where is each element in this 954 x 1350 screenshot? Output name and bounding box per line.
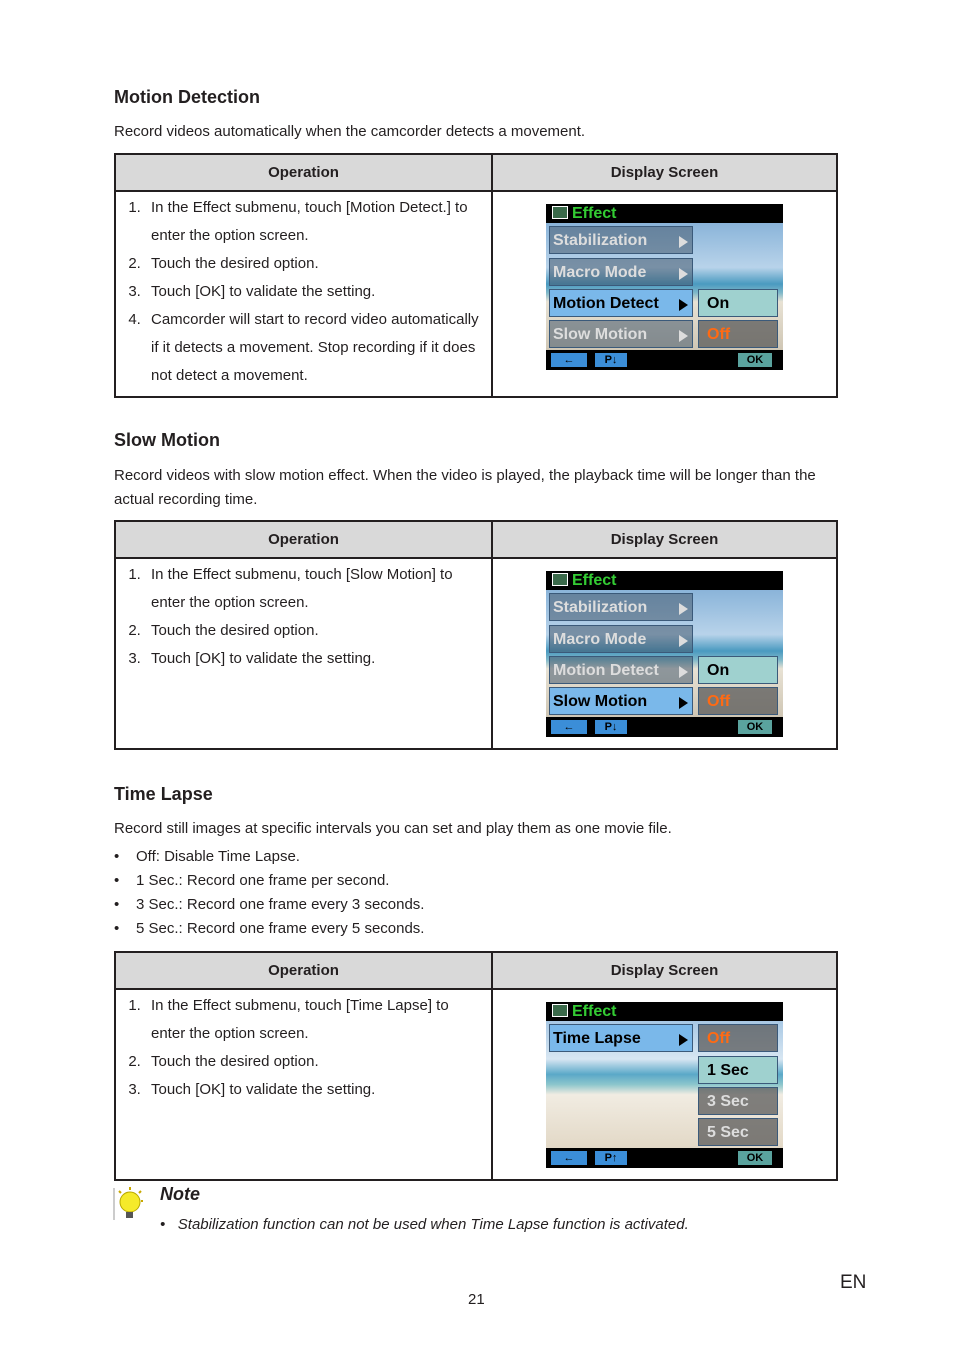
step: Camcorder will start to record video aut… <box>145 306 485 390</box>
arrow-right-icon <box>679 299 688 311</box>
section-description: Record still images at specific interval… <box>114 820 672 837</box>
screen-header: Effect <box>546 571 783 590</box>
page-down-button[interactable]: P↓ <box>595 720 627 734</box>
video-camera-icon <box>552 573 568 586</box>
operation-table: Operation Display Screen In the Effect s… <box>114 951 838 1181</box>
steps-list: In the Effect submenu, touch [Time Lapse… <box>116 990 491 1110</box>
option-off[interactable]: Off <box>698 1024 778 1052</box>
arrow-right-icon <box>679 1034 688 1046</box>
ok-button[interactable]: OK <box>738 1151 772 1165</box>
back-button[interactable]: ← <box>551 720 587 734</box>
operation-table: Operation Display Screen In the Effect s… <box>114 520 838 750</box>
step: Touch the desired option. <box>145 250 485 278</box>
camcorder-screen: Effect Time Lapse Off 1 Sec 3 Sec 5 Sec … <box>546 1002 783 1168</box>
menu-item-motion-detect[interactable]: Motion Detect <box>549 289 693 317</box>
arrow-right-icon <box>679 236 688 248</box>
header-display-screen: Display Screen <box>491 520 838 559</box>
step: In the Effect submenu, touch [Motion Det… <box>145 194 485 250</box>
menu-item-stabilization[interactable]: Stabilization <box>549 593 693 621</box>
ok-button[interactable]: OK <box>738 353 772 367</box>
step: Touch [OK] to validate the setting. <box>145 278 485 306</box>
step: Touch the desired option. <box>145 1048 485 1076</box>
option-off[interactable]: Off <box>698 320 778 348</box>
back-button[interactable]: ← <box>551 353 587 367</box>
note-title: Note <box>160 1184 200 1204</box>
ok-button[interactable]: OK <box>738 720 772 734</box>
page-number: 21 <box>468 1291 485 1308</box>
page-down-button[interactable]: P↓ <box>595 353 627 367</box>
video-camera-icon <box>552 1004 568 1017</box>
menu-item-slow-motion[interactable]: Slow Motion <box>549 687 693 715</box>
option-on[interactable]: On <box>698 656 778 684</box>
option-5-sec[interactable]: 5 Sec <box>698 1118 778 1146</box>
page-up-button[interactable]: P↑ <box>595 1151 627 1165</box>
header-operation: Operation <box>114 951 493 990</box>
language-label: EN <box>840 1272 867 1293</box>
menu-item-slow-motion[interactable]: Slow Motion <box>549 320 693 348</box>
menu-item-time-lapse[interactable]: Time Lapse <box>549 1024 693 1052</box>
section-title-time-lapse: Time Lapse <box>114 784 213 804</box>
screen-toolbar: ← P↑ OK <box>546 1148 783 1168</box>
step: Touch [OK] to validate the setting. <box>145 1076 485 1104</box>
screen-toolbar: ← P↓ OK <box>546 350 783 370</box>
section-title-motion-detection: Motion Detection <box>114 87 260 107</box>
steps-list: In the Effect submenu, touch [Motion Det… <box>116 192 491 396</box>
screen-header: Effect <box>546 1002 783 1021</box>
step: Touch [OK] to validate the setting. <box>145 645 485 673</box>
arrow-right-icon <box>679 666 688 678</box>
bullet-item: 1 Sec.: Record one frame per second. <box>114 869 424 893</box>
option-3-sec[interactable]: 3 Sec <box>698 1087 778 1115</box>
menu-item-macro-mode[interactable]: Macro Mode <box>549 625 693 653</box>
steps-list: In the Effect submenu, touch [Slow Motio… <box>116 559 491 679</box>
lightbulb-icon <box>113 1186 145 1222</box>
option-off[interactable]: Off <box>698 687 778 715</box>
step: Touch the desired option. <box>145 617 485 645</box>
bullet-item: Off: Disable Time Lapse. <box>114 845 424 869</box>
step: In the Effect submenu, touch [Slow Motio… <box>145 561 485 617</box>
operation-table: Operation Display Screen In the Effect s… <box>114 153 838 398</box>
back-button[interactable]: ← <box>551 1151 587 1165</box>
bullet-item: 5 Sec.: Record one frame every 5 seconds… <box>114 917 424 941</box>
header-display-screen: Display Screen <box>491 153 838 192</box>
section-title-slow-motion: Slow Motion <box>114 430 220 450</box>
screen-header: Effect <box>546 204 783 223</box>
arrow-right-icon <box>679 697 688 709</box>
arrow-right-icon <box>679 635 688 647</box>
option-1-sec[interactable]: 1 Sec <box>698 1056 778 1084</box>
camcorder-screen: Effect Stabilization Macro Mode Motion D… <box>546 571 783 737</box>
arrow-right-icon <box>679 330 688 342</box>
section-description: Record videos with slow motion effect. W… <box>114 467 816 508</box>
menu-item-macro-mode[interactable]: Macro Mode <box>549 258 693 286</box>
option-bullets: Off: Disable Time Lapse. 1 Sec.: Record … <box>114 845 424 941</box>
menu-item-motion-detect[interactable]: Motion Detect <box>549 656 693 684</box>
option-on[interactable]: On <box>698 289 778 317</box>
step: In the Effect submenu, touch [Time Lapse… <box>145 992 485 1048</box>
video-camera-icon <box>552 206 568 219</box>
arrow-right-icon <box>679 268 688 280</box>
section-description: Record videos automatically when the cam… <box>114 123 586 140</box>
note-text: • Stabilization function can not be used… <box>160 1216 689 1233</box>
arrow-right-icon <box>679 603 688 615</box>
screen-toolbar: ← P↓ OK <box>546 717 783 737</box>
camcorder-screen: Effect Stabilization Macro Mode Motion D… <box>546 204 783 370</box>
bullet-item: 3 Sec.: Record one frame every 3 seconds… <box>114 893 424 917</box>
header-operation: Operation <box>114 520 493 559</box>
header-display-screen: Display Screen <box>491 951 838 990</box>
header-operation: Operation <box>114 153 493 192</box>
menu-item-stabilization[interactable]: Stabilization <box>549 226 693 254</box>
